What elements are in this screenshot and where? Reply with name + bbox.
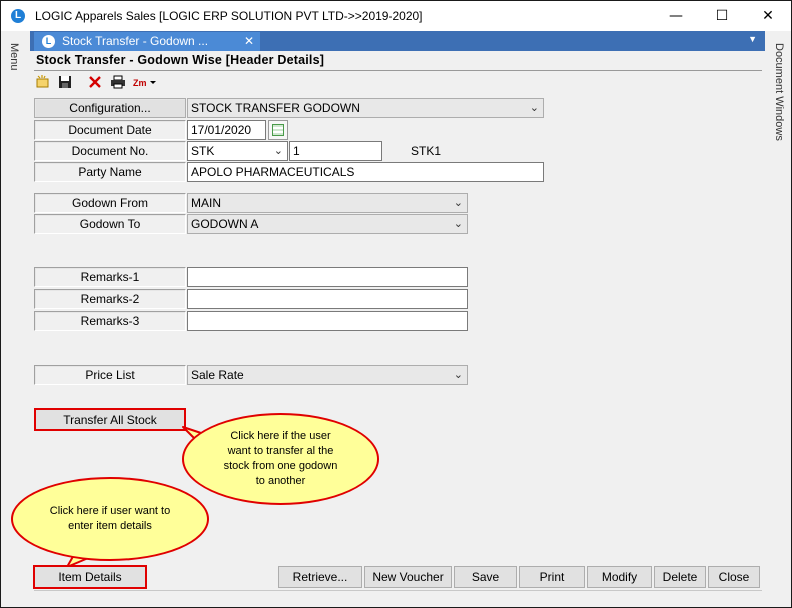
app-window: L LOGIC Apparels Sales [LOGIC ERP SOLUTI… bbox=[0, 0, 792, 608]
configuration-value: STOCK TRANSFER GODOWN bbox=[191, 101, 360, 115]
remarks2-field[interactable] bbox=[187, 289, 468, 309]
chevron-down-icon: ⌄ bbox=[453, 196, 463, 209]
configuration-combo[interactable]: STOCK TRANSFER GODOWN ⌄ bbox=[187, 98, 544, 118]
zoom-icon[interactable]: Zm bbox=[132, 75, 158, 93]
minimize-button[interactable]: — bbox=[653, 1, 699, 31]
close-window-button[interactable]: ✕ bbox=[745, 1, 791, 31]
callout-pointers bbox=[66, 426, 202, 568]
document-date-label: Document Date bbox=[34, 120, 186, 140]
godown-to-value: GODOWN A bbox=[191, 217, 259, 231]
transfer-callout: Click here if the user want to transfer … bbox=[182, 413, 379, 505]
menu-label[interactable]: Menu bbox=[8, 43, 20, 71]
godown-from-label: Godown From bbox=[34, 193, 186, 213]
document-tab-bar: L Stock Transfer - Godown ... ✕ ▼ bbox=[30, 31, 765, 51]
tab-stock-transfer[interactable]: L Stock Transfer - Godown ... ✕ bbox=[34, 32, 260, 51]
delete-icon[interactable] bbox=[86, 75, 104, 93]
retrieve-button[interactable]: Retrieve... bbox=[278, 566, 362, 588]
status-bar bbox=[34, 590, 762, 607]
chevron-down-icon: ⌄ bbox=[453, 368, 463, 381]
document-series-value: STK bbox=[191, 144, 215, 158]
document-date-field[interactable]: 17/01/2020 bbox=[187, 120, 266, 140]
remarks2-label: Remarks-2 bbox=[34, 289, 186, 309]
godown-to-label: Godown To bbox=[34, 214, 186, 234]
close-button[interactable]: Close bbox=[708, 566, 760, 588]
item-details-button[interactable]: Item Details bbox=[33, 565, 147, 589]
maximize-button[interactable]: ☐ bbox=[699, 1, 745, 31]
remarks3-field[interactable] bbox=[187, 311, 468, 331]
calendar-button[interactable] bbox=[268, 120, 288, 140]
save-button[interactable]: Save bbox=[454, 566, 517, 588]
tab-label: Stock Transfer - Godown ... bbox=[62, 34, 209, 48]
document-code: STK1 bbox=[411, 144, 442, 158]
delete-button[interactable]: Delete bbox=[654, 566, 706, 588]
item-details-callout: Click here if user want to enter item de… bbox=[11, 477, 209, 561]
chevron-down-icon: ⌄ bbox=[529, 101, 539, 114]
tab-list-dropdown-icon[interactable]: ▼ bbox=[748, 34, 757, 44]
form-title: Stock Transfer - Godown Wise [Header Det… bbox=[36, 53, 325, 67]
print-icon[interactable] bbox=[109, 75, 127, 93]
new-voucher-button[interactable]: New Voucher bbox=[364, 566, 452, 588]
title-bar: L LOGIC Apparels Sales [LOGIC ERP SOLUTI… bbox=[1, 1, 791, 31]
document-windows-label[interactable]: Document Windows bbox=[773, 43, 785, 141]
calendar-icon bbox=[272, 124, 284, 136]
party-name-label: Party Name bbox=[34, 162, 186, 182]
price-list-label: Price List bbox=[34, 365, 186, 385]
godown-to-combo[interactable]: GODOWN A ⌄ bbox=[187, 214, 468, 234]
document-no-label: Document No. bbox=[34, 141, 186, 161]
godown-from-combo[interactable]: MAIN ⌄ bbox=[187, 193, 468, 213]
modify-button[interactable]: Modify bbox=[587, 566, 652, 588]
configuration-button[interactable]: Configuration... bbox=[34, 98, 186, 118]
app-logo-icon: L bbox=[11, 9, 25, 23]
title-divider bbox=[34, 70, 762, 71]
remarks1-field[interactable] bbox=[187, 267, 468, 287]
document-series-combo[interactable]: STK ⌄ bbox=[187, 141, 288, 161]
document-number-field[interactable]: 1 bbox=[289, 141, 382, 161]
transfer-all-stock-button[interactable]: Transfer All Stock bbox=[34, 408, 186, 431]
svg-text:Zm: Zm bbox=[133, 78, 147, 88]
chevron-down-icon: ⌄ bbox=[273, 144, 283, 157]
new-icon[interactable] bbox=[34, 75, 52, 93]
window-title: LOGIC Apparels Sales [LOGIC ERP SOLUTION… bbox=[35, 9, 423, 23]
tab-close-icon[interactable]: ✕ bbox=[244, 32, 254, 51]
chevron-down-icon: ⌄ bbox=[453, 217, 463, 230]
save-icon[interactable] bbox=[56, 75, 74, 93]
print-button[interactable]: Print bbox=[519, 566, 585, 588]
remarks1-label: Remarks-1 bbox=[34, 267, 186, 287]
godown-from-value: MAIN bbox=[191, 196, 221, 210]
party-name-field[interactable]: APOLO PHARMACEUTICALS bbox=[187, 162, 544, 182]
remarks3-label: Remarks-3 bbox=[34, 311, 186, 331]
price-list-combo[interactable]: Sale Rate ⌄ bbox=[187, 365, 468, 385]
price-list-value: Sale Rate bbox=[191, 368, 244, 382]
tab-logo-icon: L bbox=[42, 35, 55, 48]
